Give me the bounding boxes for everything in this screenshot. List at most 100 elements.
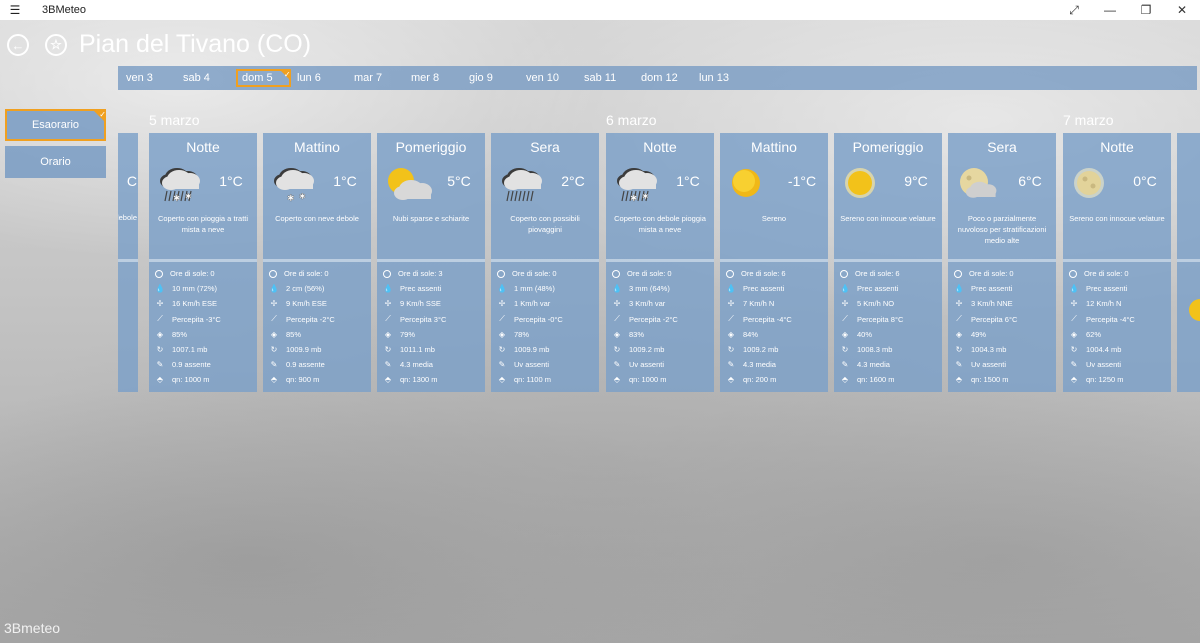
restore-icon[interactable]: ❐ — [1128, 0, 1164, 20]
esaorario-label: Esaorario — [31, 119, 80, 131]
svg-text:✱: ✱ — [299, 192, 306, 201]
period-label: Pomeriggio — [395, 139, 467, 155]
detail-value: Prec assenti — [971, 284, 1013, 294]
forecast-card[interactable]: Mattino -1°C Sereno Ore di sole: 6 💧 Prec ass… — [720, 133, 828, 392]
detail-value: 49% — [971, 329, 987, 339]
card-separator — [1063, 259, 1171, 262]
humidity-icon: ◈ — [498, 329, 506, 339]
forecast-card[interactable]: Mattino ✱ ✱ 1°C Coperto con neve debole Ore d… — [263, 133, 371, 392]
thermometer-icon: ⟋ — [271, 314, 277, 324]
detail-row-press: ↻ 1011.1 mb — [383, 342, 483, 357]
detail-row-hum: ◈ 62% — [1069, 327, 1169, 342]
orario-button[interactable]: Orario — [5, 146, 106, 178]
day-tab-label: dom 12 — [641, 72, 678, 84]
forecast-card[interactable]: Notte 0°C Sereno con innocue velature Ore d… — [1063, 133, 1171, 392]
detail-value: 3 mm (64%) — [629, 284, 670, 294]
detail-row-hum: ◈ 78% — [497, 327, 597, 342]
thermometer-icon: ⟋ — [157, 314, 163, 324]
pressure-icon: ↻ — [727, 345, 735, 355]
forecast-card-partial[interactable] — [1177, 133, 1200, 392]
detail-row-hum: ◈ 84% — [726, 327, 826, 342]
detail-row-wind: ✢ 1 Km/h var — [497, 296, 597, 311]
forecast-card[interactable]: Sera 6°C Poco o parzialmente nuvoloso per … — [948, 133, 1056, 392]
rain-snow-icon: ✱ ✱ — [612, 163, 662, 203]
snow-level-icon: ⬘ — [1070, 375, 1078, 385]
forecast-card[interactable]: Pomeriggio 5°C Nubi sparse e schiarite Ore … — [377, 133, 485, 392]
forecast-card-partial[interactable]: C debole — [118, 133, 138, 392]
period-label: Sera — [987, 139, 1017, 155]
detail-value: Uv assenti — [971, 360, 1007, 370]
detail-row-prec: 💧 Prec assenti — [1069, 281, 1169, 296]
detail-row-sun: Ore di sole: 0 — [269, 266, 369, 281]
detail-row-press: ↻ 1009.2 mb — [726, 342, 826, 357]
day-tab[interactable]: dom 12 — [637, 69, 682, 87]
detail-value: Percepita 8°C — [857, 314, 904, 324]
wind-icon: ✢ — [156, 299, 164, 309]
day-tab[interactable]: gio 9 — [465, 69, 497, 87]
minimize-icon[interactable]: — — [1092, 0, 1128, 20]
detail-value: 16 Km/h ESE — [172, 299, 218, 309]
forecast-card[interactable]: Notte ✱ ✱ 1°C Coperto con pioggia a tratti m… — [149, 133, 257, 392]
period-label: Notte — [186, 139, 220, 155]
temperature: 9°C — [904, 173, 928, 189]
back-button[interactable]: ← — [7, 34, 29, 56]
clock-icon — [726, 269, 734, 278]
clock-icon — [954, 269, 962, 278]
day-tab[interactable]: dom 5 — [236, 68, 291, 87]
day-tab[interactable]: ven 10 — [522, 69, 563, 87]
esaorario-button[interactable]: Esaorario — [5, 109, 106, 141]
hamburger-menu-icon[interactable]: ☰ — [0, 3, 30, 17]
forecast-card[interactable]: Sera 2°C Coperto con possibili piovaggini O… — [491, 133, 599, 392]
forecast-card[interactable]: Pomeriggio 9°C Sereno con innocue velature… — [834, 133, 942, 392]
partial-temp: C — [126, 173, 137, 189]
brand-logo: 3Bmeteo — [4, 620, 61, 636]
detail-list: Ore di sole: 3 💧 Prec assenti ✢ 9 Km/h SSE ⟋ P… — [383, 266, 483, 388]
detail-row-uv: ✎ 0.9 assente — [155, 357, 255, 372]
day-tab[interactable]: mar 7 — [350, 69, 386, 87]
detail-value: 1 Km/h var — [514, 299, 551, 309]
svg-text:✱: ✱ — [287, 193, 295, 203]
day-tab[interactable]: ven 3 — [122, 69, 157, 87]
day-tab[interactable]: sab 11 — [580, 69, 620, 87]
detail-row-qn: ⬘ qn: 900 m — [269, 372, 369, 387]
detail-value: 85% — [172, 329, 188, 339]
day-tab[interactable]: lun 6 — [293, 69, 325, 87]
day-tab[interactable]: lun 13 — [695, 69, 733, 87]
expand-icon[interactable]: ⤢ — [1056, 0, 1092, 20]
snow-icon: ✱ ✱ — [269, 163, 319, 203]
detail-row-uv: ✎ Uv assenti — [1069, 357, 1169, 372]
clock-icon — [269, 269, 277, 278]
wind-icon: ✢ — [613, 299, 621, 309]
detail-value: 2 cm (56%) — [286, 284, 325, 294]
detail-value: 1009.2 mb — [629, 345, 665, 355]
detail-row-hum: ◈ 79% — [383, 327, 483, 342]
detail-row-hum: ◈ 83% — [612, 327, 712, 342]
detail-row-hum: ◈ 85% — [269, 327, 369, 342]
detail-value: qn: 1300 m — [400, 375, 438, 385]
detail-value: 85% — [286, 329, 302, 339]
detail-row-wind: ✢ 7 Km/h N — [726, 296, 826, 311]
day-tab-label: mar 7 — [354, 72, 383, 84]
favorite-button[interactable]: ☆ — [45, 34, 67, 56]
detail-value: Ore di sole: 0 — [512, 269, 557, 279]
detail-row-qn: ⬘ qn: 1500 m — [954, 372, 1054, 387]
detail-row-feel: ⟋ Percepita -4°C — [1069, 312, 1169, 327]
day-tab[interactable]: mer 8 — [407, 69, 443, 87]
weather-description: Coperto con neve debole — [275, 214, 359, 223]
close-icon[interactable]: ✕ — [1164, 0, 1200, 20]
detail-value: 1009.2 mb — [743, 345, 779, 355]
weather-description: Coperto con pioggia a tratti mista a nev… — [157, 214, 249, 234]
forecast-card[interactable]: Notte ✱ ✱ 1°C Coperto con debole pioggia mis… — [606, 133, 714, 392]
detail-value: 0.9 assente — [172, 360, 211, 370]
temperature: 2°C — [561, 173, 585, 189]
detail-value: 62% — [1086, 329, 1102, 339]
detail-row-press: ↻ 1004.4 mb — [1069, 342, 1169, 357]
day-tab[interactable]: sab 4 — [179, 69, 214, 87]
detail-row-prec: 💧 Prec assenti — [840, 281, 940, 296]
card-separator — [263, 259, 371, 262]
detail-value: qn: 1500 m — [971, 375, 1009, 385]
pressure-icon: ↻ — [955, 345, 963, 355]
pressure-icon: ↻ — [1070, 345, 1078, 355]
period-label: Notte — [1100, 139, 1134, 155]
snow-level-icon: ⬘ — [384, 375, 392, 385]
